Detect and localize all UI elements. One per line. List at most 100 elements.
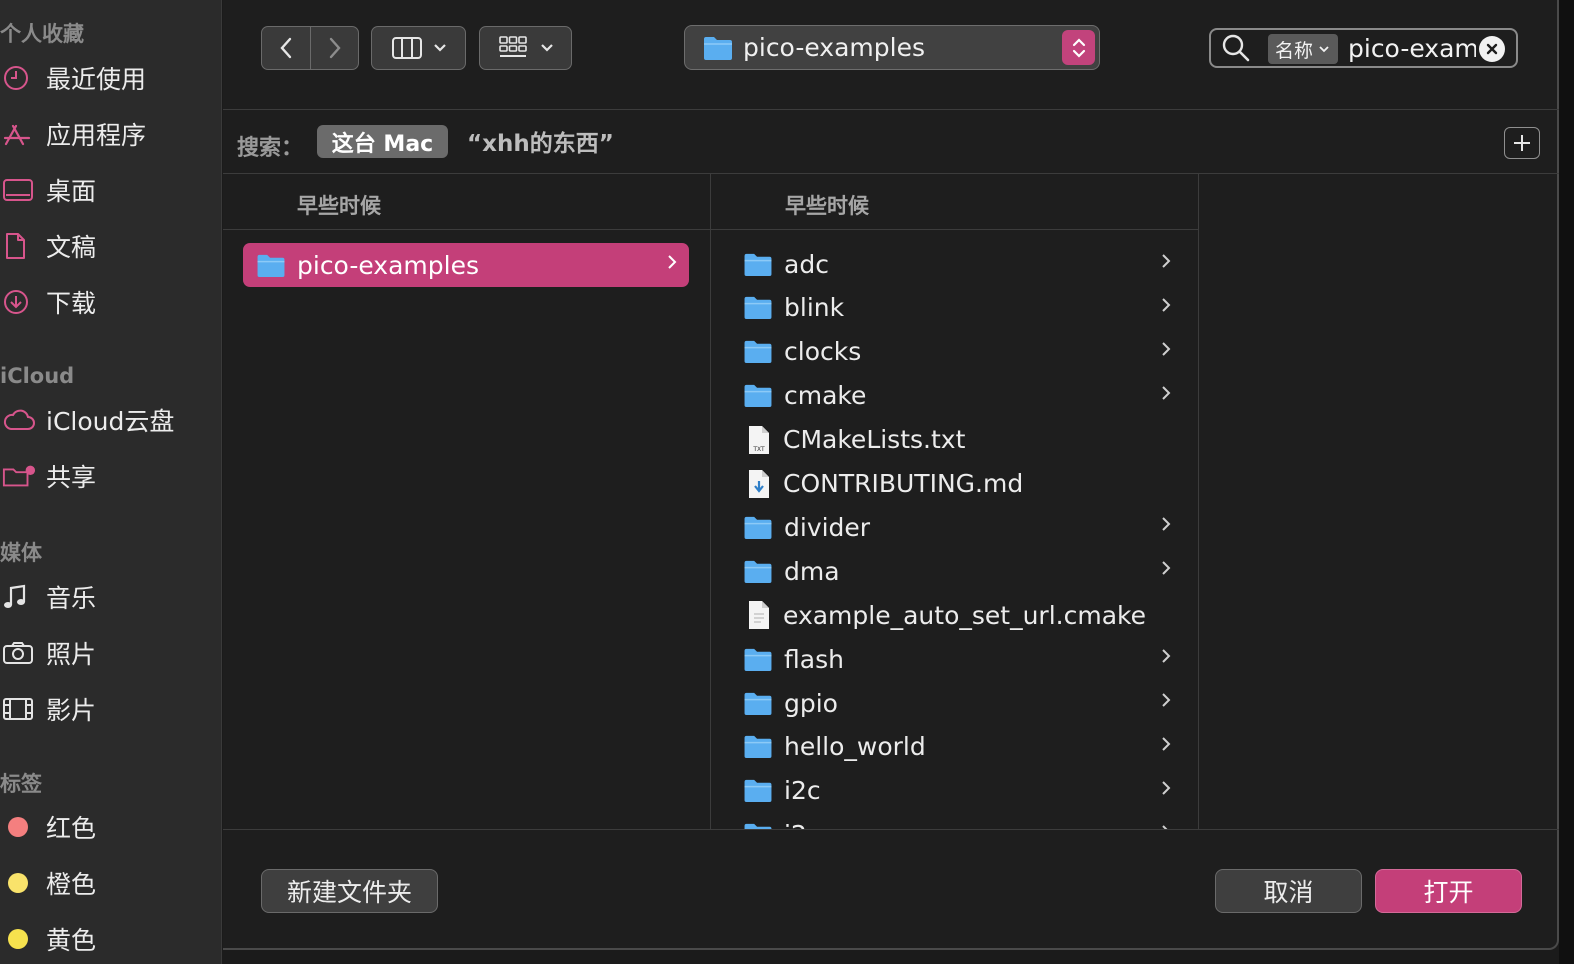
new-folder-button[interactable]: 新建文件夹 bbox=[261, 869, 438, 913]
item-name: blink bbox=[784, 293, 845, 323]
item-name: gpio bbox=[784, 688, 838, 718]
search-token-label: 名称 bbox=[1275, 39, 1314, 62]
chevron-right-icon bbox=[1162, 254, 1171, 268]
sidebar-item-icloud-drive[interactable]: iCloud云盘 bbox=[0, 398, 221, 442]
column-header-label: 早些时候 bbox=[297, 194, 381, 218]
item-name: pico-examples bbox=[297, 250, 479, 280]
sidebar-item-desktop[interactable]: 桌面 bbox=[0, 168, 221, 212]
folder-icon bbox=[744, 253, 772, 276]
folder-icon bbox=[744, 341, 772, 364]
list-item[interactable]: flash bbox=[743, 637, 1183, 681]
nav-buttons bbox=[261, 26, 359, 70]
svg-text:TXT: TXT bbox=[752, 446, 765, 453]
add-search-criteria-button[interactable] bbox=[1504, 127, 1540, 159]
sidebar-item-label: 红色 bbox=[46, 814, 97, 843]
sidebar-tag-orange[interactable]: 橙色 bbox=[0, 861, 221, 905]
search-field[interactable]: 名称 pico-examples bbox=[1209, 28, 1518, 68]
app-store-icon bbox=[0, 119, 36, 149]
music-note-icon bbox=[0, 582, 36, 612]
list-item[interactable]: i2c bbox=[743, 813, 1183, 830]
shared-folder-icon bbox=[0, 461, 36, 491]
location-popup[interactable]: pico-examples bbox=[684, 25, 1100, 70]
chevron-right-icon bbox=[1162, 342, 1171, 356]
list-item[interactable]: clocks bbox=[743, 330, 1183, 374]
sidebar-tag-yellow[interactable]: 黄色 bbox=[0, 917, 221, 961]
sidebar-tag-red[interactable]: 红色 bbox=[0, 805, 221, 849]
list-item[interactable]: divider bbox=[743, 505, 1183, 549]
sidebar-item-music[interactable]: 音乐 bbox=[0, 575, 221, 619]
list-item[interactable]: TXT CMakeLists.txt bbox=[743, 418, 1183, 462]
sidebar-item-label: 音乐 bbox=[46, 584, 97, 613]
item-name: clocks bbox=[784, 337, 862, 367]
sidebar-item-label: 黄色 bbox=[46, 926, 97, 955]
sidebar-item-applications[interactable]: 应用程序 bbox=[0, 112, 221, 156]
sidebar-item-recents[interactable]: 最近使用 bbox=[0, 56, 221, 100]
group-by-button[interactable] bbox=[479, 26, 572, 70]
sidebar: 个人收藏 最近使用 应用程序 桌面 文稿 下载 iCloud iCloud云盘 … bbox=[0, 0, 222, 964]
scope-this-mac-button[interactable]: 这台 Mac bbox=[317, 125, 448, 158]
folder-icon bbox=[744, 692, 772, 715]
list-item[interactable]: gpio bbox=[743, 681, 1183, 725]
list-item-pico-examples[interactable]: pico-examples bbox=[243, 243, 689, 287]
column-3 bbox=[1199, 174, 1559, 830]
chevron-right-icon bbox=[1162, 737, 1171, 751]
camera-icon bbox=[0, 638, 36, 668]
folder-icon bbox=[744, 560, 772, 583]
media-header: 媒体 bbox=[0, 541, 42, 565]
item-name: CMakeLists.txt bbox=[783, 425, 966, 455]
chevron-right-icon bbox=[1162, 517, 1171, 532]
sidebar-item-photos[interactable]: 照片 bbox=[0, 631, 221, 675]
chevron-right-icon bbox=[1162, 781, 1171, 795]
film-icon bbox=[0, 694, 36, 724]
cancel-button[interactable]: 取消 bbox=[1215, 869, 1362, 913]
clear-search-button[interactable] bbox=[1479, 36, 1505, 62]
column-header: 早些时候 bbox=[223, 174, 710, 230]
sidebar-item-shared[interactable]: 共享 bbox=[0, 454, 221, 498]
back-button[interactable] bbox=[262, 27, 310, 68]
sidebar-item-label: iCloud云盘 bbox=[46, 407, 175, 436]
item-name: hello_world bbox=[784, 732, 926, 762]
view-mode-button[interactable] bbox=[371, 26, 466, 70]
search-scope-bar: 搜索： 这台 Mac “xhh的东西” bbox=[223, 110, 1559, 174]
sidebar-item-downloads[interactable]: 下载 bbox=[0, 280, 221, 324]
document-icon bbox=[0, 231, 36, 261]
column-view-icon bbox=[391, 37, 422, 59]
location-stepper[interactable] bbox=[1062, 30, 1095, 65]
item-name: divider bbox=[784, 512, 871, 542]
cloud-icon bbox=[0, 405, 36, 435]
location-label: pico-examples bbox=[743, 33, 925, 62]
scope-user-folder-button[interactable]: “xhh的东西” bbox=[467, 124, 614, 158]
list-item[interactable]: example_auto_set_url.cmake bbox=[743, 593, 1183, 637]
list-item[interactable]: dma bbox=[743, 549, 1183, 593]
markdown-file-icon bbox=[749, 469, 769, 498]
column-header: 早些时候 bbox=[711, 174, 1198, 230]
list-item[interactable]: blink bbox=[743, 286, 1183, 330]
folder-icon bbox=[704, 36, 732, 60]
icloud-header: iCloud bbox=[0, 364, 75, 388]
open-button[interactable]: 打开 bbox=[1375, 869, 1522, 913]
list-item[interactable]: cmake bbox=[743, 374, 1183, 418]
chevron-left-icon bbox=[280, 37, 292, 58]
tag-dot-icon bbox=[8, 817, 28, 837]
forward-button[interactable] bbox=[311, 27, 359, 68]
list-item[interactable]: hello_world bbox=[743, 725, 1183, 769]
generic-file-icon bbox=[749, 601, 769, 630]
chevron-right-icon bbox=[1162, 385, 1171, 400]
sidebar-item-documents[interactable]: 文稿 bbox=[0, 224, 221, 268]
chevron-down-icon bbox=[1319, 45, 1329, 52]
tags-header: 标签 bbox=[0, 772, 42, 796]
item-name: CONTRIBUTING.md bbox=[783, 469, 1024, 498]
chevron-right-icon bbox=[1162, 298, 1171, 312]
grid-icon bbox=[498, 36, 527, 57]
search-attribute-token[interactable]: 名称 bbox=[1268, 34, 1338, 64]
sidebar-item-movies[interactable]: 影片 bbox=[0, 687, 221, 731]
tag-dot-icon bbox=[8, 873, 28, 893]
search-input[interactable]: pico-examples bbox=[1348, 34, 1476, 63]
favorites-header: 个人收藏 bbox=[0, 22, 84, 46]
item-name: flash bbox=[784, 644, 844, 674]
sidebar-item-label: 桌面 bbox=[46, 177, 97, 206]
list-item[interactable]: i2c bbox=[743, 769, 1183, 813]
list-item[interactable]: adc bbox=[743, 242, 1183, 286]
window-edge bbox=[1559, 0, 1574, 964]
list-item[interactable]: CONTRIBUTING.md bbox=[743, 462, 1183, 506]
